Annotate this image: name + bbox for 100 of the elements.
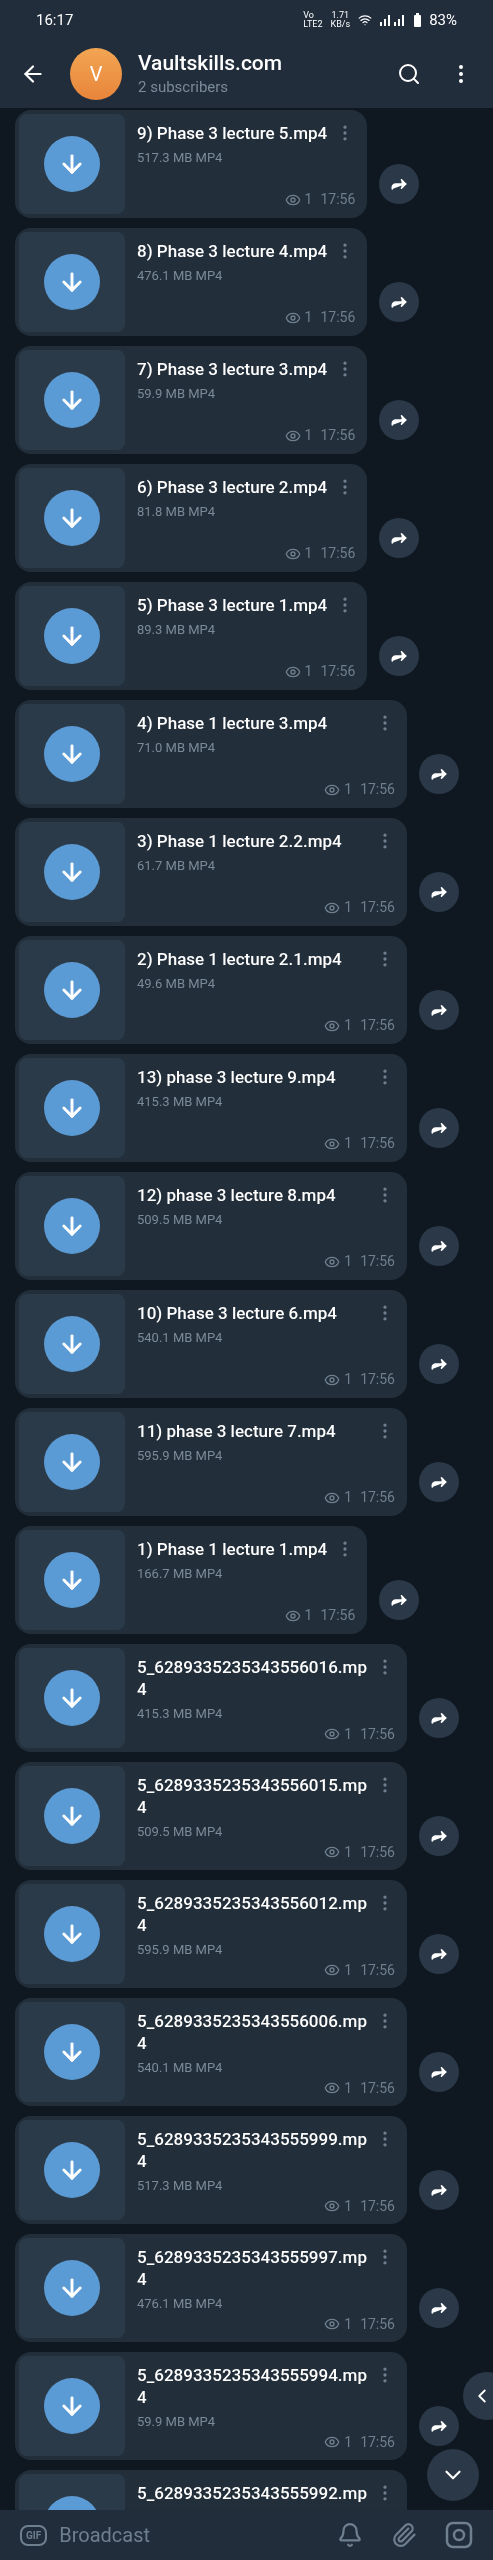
scroll-down-button[interactable]	[427, 2449, 479, 2501]
file-message-bubble[interactable]: 8) Phase 3 lecture 4.mp4 476.1 MB MP4 1 17:56	[15, 228, 368, 336]
forward-button[interactable]	[419, 1108, 459, 1148]
file-message-bubble[interactable]: 9) Phase 3 lecture 5.mp4 517.3 MB MP4 1 17:56	[15, 110, 368, 218]
status-time: 16:17	[36, 9, 74, 31]
battery-level: 83%	[429, 9, 457, 31]
file-name: 5_6289335235343556016.mp4	[137, 1656, 367, 1700]
file-message-bubble[interactable]: 5_6289335235343555999.mp4 517.3 MB MP4 1 17:56	[15, 2116, 407, 2224]
file-size: 517.3 MB MP4	[137, 2177, 224, 2195]
forward-button[interactable]	[419, 990, 459, 1030]
message-time: 17:56	[360, 2432, 395, 2452]
file-message-bubble[interactable]: 6) Phase 3 lecture 2.mp4 81.8 MB MP4 1 17:56	[15, 464, 368, 572]
download-button[interactable]	[44, 490, 100, 546]
download-button[interactable]	[44, 1670, 100, 1726]
file-message-bubble[interactable]: 5_6289335235343556016.mp4 415.3 MB MP4 1 17:56	[15, 1644, 407, 1752]
views-icon	[324, 2080, 341, 2096]
file-message-bubble[interactable]: 5_6289335235343556015.mp4 509.5 MB MP4 1 17:56	[15, 1762, 407, 1870]
download-button[interactable]	[44, 2378, 100, 2434]
file-size: 517.3 MB MP4	[137, 149, 224, 167]
file-size: 59.9 MB MP4	[137, 385, 217, 403]
download-button[interactable]	[44, 1906, 100, 1962]
file-message-bubble[interactable]: 7) Phase 3 lecture 3.mp4 59.9 MB MP4 1 17:56	[15, 346, 368, 454]
file-message-bubble[interactable]: 3) Phase 1 lecture 2.2.mp4 61.7 MB MP4 1 17:56	[15, 818, 407, 926]
download-button[interactable]	[44, 2142, 100, 2198]
view-count: 1	[344, 2078, 353, 2098]
network-speed: 1.71 KB/s	[330, 11, 351, 29]
message-time: 17:56	[360, 1134, 395, 1153]
forward-button[interactable]	[379, 518, 420, 558]
file-name: 5_6289335235343556006.mp4	[137, 2010, 367, 2054]
forward-button[interactable]	[419, 1226, 459, 1266]
file-message-bubble[interactable]: 2) Phase 1 lecture 2.1.mp4 49.6 MB MP4 1 17:56	[15, 936, 407, 1044]
download-button[interactable]	[44, 1434, 100, 1490]
file-message-bubble[interactable]: 13) phase 3 lecture 9.mp4 415.3 MB MP4 1 17:56	[15, 1054, 407, 1162]
download-button[interactable]	[44, 2260, 100, 2316]
view-count: 1	[344, 1724, 353, 1744]
forward-button[interactable]	[379, 282, 420, 322]
file-message-bubble[interactable]: 1) Phase 1 lecture 1.mp4 166.7 MB MP4 1 17:56	[15, 1526, 368, 1634]
file-message-bubble[interactable]: 4) Phase 1 lecture 3.mp4 71.0 MB MP4 1 17:56	[15, 700, 407, 808]
bell-icon[interactable]	[337, 2522, 363, 2548]
forward-button[interactable]	[419, 2170, 459, 2210]
download-button[interactable]	[44, 254, 100, 310]
channel-name: Vaultskills.com	[138, 49, 283, 76]
message-time: 17:56	[360, 1842, 395, 1862]
file-message-bubble[interactable]: 11) phase 3 lecture 7.mp4 595.9 MB MP4 1 17:56	[15, 1408, 407, 1516]
file-name: 3) Phase 1 lecture 2.2.mp4	[137, 830, 343, 852]
file-message-bubble[interactable]: 5_6289335235343555994.mp4 59.9 MB MP4 1 17:56	[15, 2352, 407, 2460]
view-count: 1	[304, 544, 313, 563]
view-count: 1	[344, 2432, 353, 2452]
message-time: 17:56	[320, 662, 356, 681]
forward-button[interactable]	[419, 2406, 459, 2446]
message-time: 17:56	[320, 308, 356, 327]
download-button[interactable]	[44, 1552, 100, 1608]
download-button[interactable]	[44, 1198, 100, 1254]
file-message-bubble[interactable]: 5_6289335235343556012.mp4 595.9 MB MP4 1 17:56	[15, 1880, 407, 1988]
forward-button[interactable]	[379, 636, 420, 676]
forward-button[interactable]	[419, 754, 459, 794]
download-button[interactable]	[44, 2024, 100, 2080]
download-button[interactable]	[44, 726, 100, 782]
broadcast-input[interactable]: Broadcast	[59, 2520, 325, 2550]
file-message-bubble[interactable]: 5_6289335235343556006.mp4 540.1 MB MP4 1 17:56	[15, 1998, 407, 2106]
download-button[interactable]	[44, 962, 100, 1018]
file-size: 71.0 MB MP4	[137, 739, 217, 757]
file-name: 13) phase 3 lecture 9.mp4	[137, 1066, 337, 1088]
forward-button[interactable]	[419, 1816, 459, 1856]
download-button[interactable]	[44, 1788, 100, 1844]
download-button[interactable]	[44, 608, 100, 664]
message-time: 17:56	[360, 898, 395, 917]
file-message-bubble[interactable]: 12) phase 3 lecture 8.mp4 509.5 MB MP4 1 17:56	[15, 1172, 407, 1280]
file-size: 509.5 MB MP4	[137, 1211, 224, 1229]
download-button[interactable]	[44, 844, 100, 900]
download-button[interactable]	[44, 372, 100, 428]
forward-button[interactable]	[419, 1698, 459, 1738]
download-button[interactable]	[44, 1080, 100, 1136]
file-message-bubble[interactable]: 5) Phase 3 lecture 1.mp4 89.3 MB MP4 1 17:56	[15, 582, 368, 690]
attach-icon[interactable]	[391, 2522, 417, 2548]
forward-button[interactable]	[379, 400, 420, 440]
forward-button[interactable]	[379, 164, 420, 204]
download-button[interactable]	[44, 1316, 100, 1372]
forward-button[interactable]	[419, 1344, 459, 1384]
file-message-bubble[interactable]: 5_6289335235343555992.mp	[15, 2470, 407, 2510]
forward-button[interactable]	[419, 2052, 459, 2092]
search-icon[interactable]	[397, 62, 421, 86]
file-size: 415.3 MB MP4	[137, 1093, 224, 1111]
view-count: 1	[344, 2196, 353, 2216]
forward-button[interactable]	[379, 1580, 420, 1620]
forward-button[interactable]	[419, 2288, 459, 2328]
forward-button[interactable]	[419, 1934, 459, 1974]
file-size: 540.1 MB MP4	[137, 2059, 224, 2077]
file-name: 11) phase 3 lecture 7.mp4	[137, 1420, 337, 1442]
view-count: 1	[344, 1016, 353, 1035]
file-size: 81.8 MB MP4	[137, 503, 217, 521]
camera-icon[interactable]	[445, 2521, 473, 2549]
forward-button[interactable]	[419, 1462, 459, 1502]
download-button[interactable]	[44, 136, 100, 192]
file-message-bubble[interactable]: 5_6289335235343555997.mp4 476.1 MB MP4 1 17:56	[15, 2234, 407, 2342]
file-message-bubble[interactable]: 10) Phase 3 lecture 6.mp4 540.1 MB MP4 1 17:56	[15, 1290, 407, 1398]
forward-button[interactable]	[419, 872, 459, 912]
message-time: 17:56	[360, 1960, 395, 1980]
message-time: 17:56	[320, 190, 356, 209]
message-time: 17:56	[360, 2314, 395, 2334]
